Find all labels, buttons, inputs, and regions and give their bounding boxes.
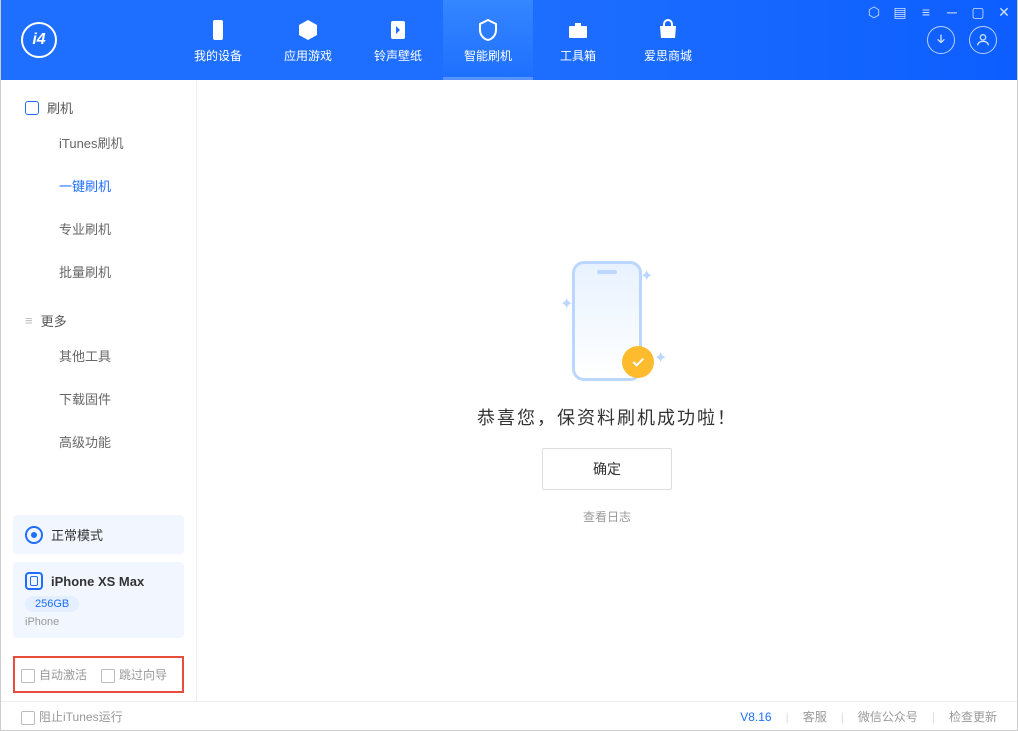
device-type: iPhone	[25, 616, 172, 628]
toolbox-icon	[565, 17, 591, 43]
store-icon	[655, 17, 681, 43]
sidebar-item-download-firmware[interactable]: 下载固件	[1, 377, 196, 420]
tab-my-device[interactable]: 我的设备	[173, 0, 263, 80]
mode-icon	[25, 526, 43, 544]
sidebar-item-advanced[interactable]: 高级功能	[1, 420, 196, 463]
checkbox-block-itunes[interactable]: 阻止iTunes运行	[21, 708, 123, 725]
music-icon	[385, 17, 411, 43]
phone-small-icon	[25, 572, 43, 590]
nav-tabs: 我的设备 应用游戏 铃声壁纸 智能刷机 工具箱 爱思商城	[173, 0, 713, 80]
tab-ringtones-wallpapers[interactable]: 铃声壁纸	[353, 0, 443, 80]
tab-apps-games[interactable]: 应用游戏	[263, 0, 353, 80]
sidebar-section-more: ≡ 更多	[1, 293, 196, 334]
menu-small-icon: ≡	[25, 313, 33, 328]
checkbox-auto-activate[interactable]: 自动激活	[21, 666, 87, 683]
sparkle-icon: ✦	[654, 348, 662, 356]
device-mode-status[interactable]: 正常模式	[13, 515, 184, 554]
device-card[interactable]: iPhone XS Max 256GB iPhone	[13, 562, 184, 638]
download-icon[interactable]	[927, 26, 955, 54]
content-area: ✦ ✦ ✦ 恭喜您，保资料刷机成功啦！ 确定 查看日志	[197, 80, 1017, 701]
device-name: iPhone XS Max	[51, 574, 144, 589]
sidebar-item-other-tools[interactable]: 其他工具	[1, 334, 196, 377]
sidebar-section-flash: 刷机	[1, 80, 196, 121]
sidebar: 刷机 iTunes刷机 一键刷机 专业刷机 批量刷机 ≡ 更多 其他工具 下载固…	[1, 80, 197, 701]
close-icon[interactable]: ✕	[996, 4, 1012, 20]
maximize-icon[interactable]: ▢	[970, 4, 986, 20]
sidebar-item-onekey-flash[interactable]: 一键刷机	[1, 164, 196, 207]
support-link[interactable]: 客服	[803, 708, 827, 725]
flash-options-highlighted: 自动激活 跳过向导	[13, 656, 184, 693]
tab-store[interactable]: 爱思商城	[623, 0, 713, 80]
device-storage: 256GB	[25, 596, 79, 612]
view-log-link[interactable]: 查看日志	[583, 508, 631, 525]
success-message: 恭喜您，保资料刷机成功啦！	[477, 404, 737, 430]
logo-icon: i4	[21, 22, 57, 58]
sparkle-icon: ✦	[560, 294, 568, 302]
shirt-icon[interactable]: ⬡	[866, 4, 882, 20]
footer: 阻止iTunes运行 V8.16 | 客服 | 微信公众号 | 检查更新	[1, 701, 1017, 731]
wechat-link[interactable]: 微信公众号	[858, 708, 918, 725]
header: ⬡ ▤ ≡ ─ ▢ ✕ i4 爱思助手 www.i4.cn 我的设备 应用游戏 …	[1, 0, 1017, 80]
check-update-link[interactable]: 检查更新	[949, 708, 997, 725]
tasks-icon[interactable]: ▤	[892, 4, 908, 20]
shield-icon	[475, 17, 501, 43]
check-badge-icon	[622, 346, 654, 378]
phone-icon	[205, 17, 231, 43]
tab-toolbox[interactable]: 工具箱	[533, 0, 623, 80]
ok-button[interactable]: 确定	[542, 448, 672, 490]
version-label: V8.16	[740, 710, 771, 724]
minimize-icon[interactable]: ─	[944, 4, 960, 20]
checkbox-skip-guide[interactable]: 跳过向导	[101, 666, 167, 683]
window-controls: ⬡ ▤ ≡ ─ ▢ ✕	[866, 4, 1012, 20]
sidebar-item-batch-flash[interactable]: 批量刷机	[1, 250, 196, 293]
device-small-icon	[25, 101, 39, 115]
tab-smart-flash[interactable]: 智能刷机	[443, 0, 533, 80]
sidebar-item-pro-flash[interactable]: 专业刷机	[1, 207, 196, 250]
menu-icon[interactable]: ≡	[918, 4, 934, 20]
logo[interactable]: i4 爱思助手 www.i4.cn	[1, 0, 163, 80]
cube-icon	[295, 17, 321, 43]
success-illustration: ✦ ✦ ✦	[552, 256, 662, 386]
user-icon[interactable]	[969, 26, 997, 54]
sidebar-item-itunes-flash[interactable]: iTunes刷机	[1, 121, 196, 164]
